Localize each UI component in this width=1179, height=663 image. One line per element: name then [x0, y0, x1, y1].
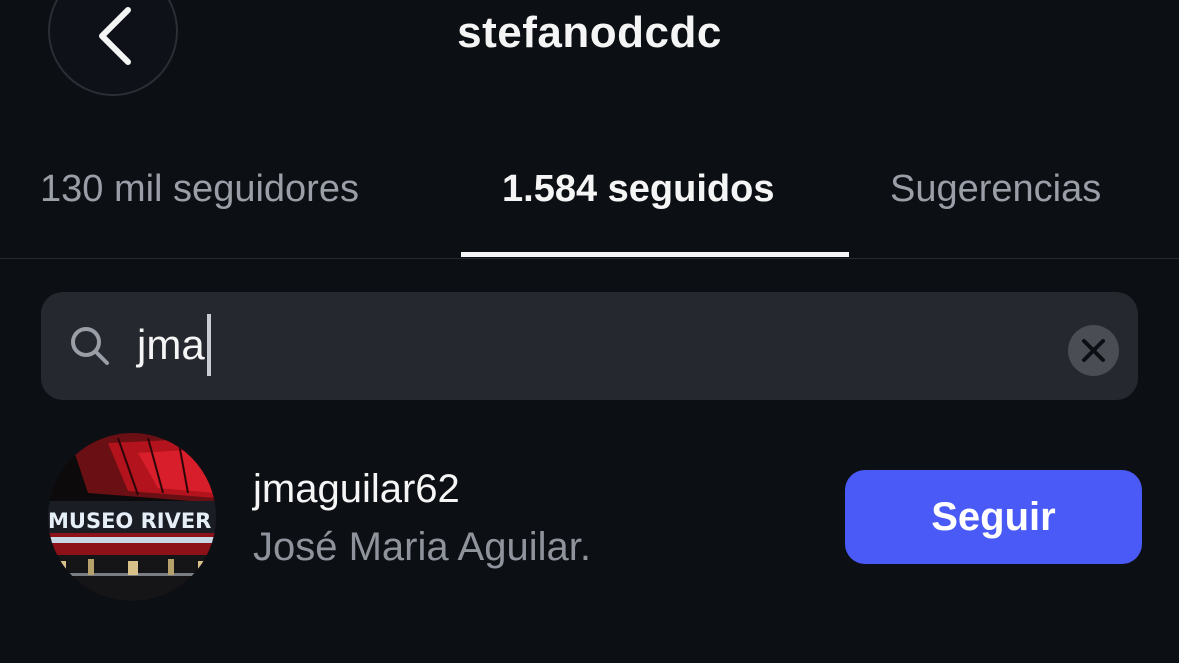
screen: stefanodcdc 130 mil seguidores 1.584 seg…	[0, 0, 1179, 663]
username[interactable]: jmaguilar62	[253, 467, 460, 512]
clear-search-button[interactable]	[1068, 325, 1119, 376]
follow-button[interactable]: Seguir	[845, 470, 1142, 564]
tab-suggestions[interactable]: Sugerencias	[890, 168, 1101, 211]
page-title: stefanodcdc	[457, 8, 722, 57]
active-tab-indicator	[461, 252, 849, 257]
tabs-divider	[0, 258, 1179, 259]
search-input[interactable]: jma	[137, 314, 211, 376]
search-icon	[71, 327, 109, 365]
tab-following[interactable]: 1.584 seguidos	[502, 168, 774, 211]
full-name: José Maria Aguilar.	[253, 525, 591, 569]
svg-text:MUSEO RIVER: MUSEO RIVER	[48, 509, 211, 533]
avatar[interactable]: MUSEO RIVER	[48, 433, 216, 601]
search-bar[interactable]: jma	[41, 292, 1138, 400]
text-caret	[206, 314, 211, 376]
close-icon	[1082, 339, 1105, 362]
list-item[interactable]: MUSEO RIVER jmaguilar62 José Maria Aguil…	[0, 430, 1179, 605]
tab-followers[interactable]: 130 mil seguidores	[40, 168, 359, 211]
tab-bar: 130 mil seguidores 1.584 seguidos Sugere…	[0, 150, 1179, 258]
search-input-value: jma	[137, 321, 205, 368]
